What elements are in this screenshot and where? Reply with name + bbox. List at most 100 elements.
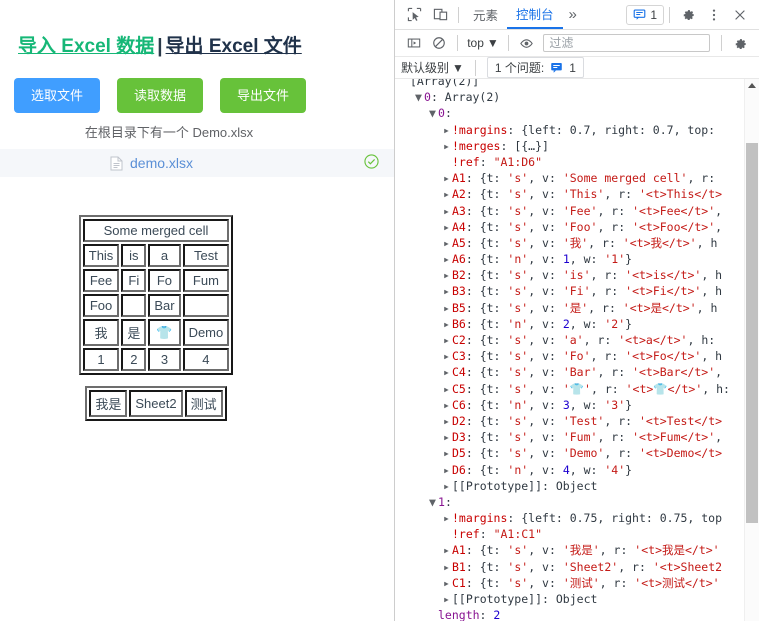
disclosure-closed-icon[interactable]: ▸ [443, 170, 452, 186]
disclosure-closed-icon[interactable]: ▸ [443, 300, 452, 316]
disclosure-closed-icon[interactable]: ▸ [443, 251, 452, 267]
disclosure-closed-icon[interactable]: ▸ [443, 591, 452, 607]
console-line[interactable]: ▸ C6: {t: 'n', v: 3, w: '3'} [395, 397, 745, 413]
more-tabs-icon[interactable]: » [563, 6, 583, 23]
disclosure-closed-icon[interactable]: ▸ [443, 138, 452, 154]
console-line[interactable]: ▸ D3: {t: 's', v: 'Fum', r: '<t>Fum</t>', [395, 429, 745, 445]
console-line[interactable]: ▸ B6: {t: 'n', v: 2, w: '2'} [395, 316, 745, 332]
disclosure-closed-icon[interactable]: ▸ [443, 283, 452, 299]
console-token: '3' [604, 397, 626, 412]
file-name-label[interactable]: demo.xlsx [130, 155, 193, 171]
disclosure-closed-icon[interactable]: ▸ [443, 219, 452, 235]
console-line[interactable]: ▸ C1: {t: 's', v: '测试', r: '<t>测试</t>' [395, 575, 745, 591]
disclosure-closed-icon[interactable]: ▸ [443, 413, 452, 429]
disclosure-closed-icon[interactable]: ▸ [443, 542, 452, 558]
console-line[interactable]: !ref: "A1:C1" [395, 526, 745, 542]
console-line[interactable]: ▸ C4: {t: 's', v: 'Bar', r: '<t>Bar</t>', [395, 364, 745, 380]
disclosure-closed-icon[interactable]: ▸ [443, 316, 452, 332]
more-vertical-icon[interactable] [701, 2, 727, 28]
log-level-selector[interactable]: 默认级别 ▼ [401, 59, 470, 76]
issues-summary-button[interactable]: 1 个问题: 1 [486, 57, 584, 78]
scrollbar-thumb[interactable] [746, 143, 758, 523]
console-token: A5 [452, 235, 466, 250]
console-line[interactable]: ▸ [[Prototype]]: Object [395, 591, 745, 607]
console-line[interactable]: ▸ A5: {t: 's', v: '我', r: '<t>我</t>', h [395, 235, 745, 251]
console-line[interactable]: ▸ [[Prototype]]: Object [395, 478, 745, 494]
console-token: 'is' [562, 268, 591, 283]
disclosure-closed-icon[interactable]: ▸ [443, 235, 452, 251]
console-line[interactable]: ▸ C5: {t: 's', v: '👕', r: '<t>👕</t>', h: [395, 381, 745, 397]
console-line[interactable]: !ref: "A1:D6" [395, 154, 745, 170]
close-icon[interactable] [727, 2, 753, 28]
console-settings-gear-icon[interactable] [727, 30, 753, 56]
disclosure-closed-icon[interactable]: ▸ [443, 122, 452, 138]
disclosure-closed-icon[interactable]: ▸ [443, 397, 452, 413]
read-data-button[interactable]: 读取数据 [117, 78, 204, 113]
console-line[interactable]: ▼ 0: [395, 105, 745, 121]
console-line[interactable]: ▸ D5: {t: 's', v: 'Demo', r: '<t>Demo</t> [395, 445, 745, 461]
device-toolbar-icon[interactable] [427, 2, 453, 28]
console-line[interactable]: ▼ 1: [395, 494, 745, 510]
gear-icon[interactable] [675, 2, 701, 28]
console-line[interactable]: ▸ C2: {t: 's', v: 'a', r: '<t>a</t>', h: [395, 332, 745, 348]
console-filter-input[interactable] [543, 34, 711, 52]
console-line[interactable]: ▸ D2: {t: 's', v: 'Test', r: '<t>Test</t> [395, 413, 745, 429]
console-output[interactable]: [Array(2)] ▼ 0: Array(2) ▼ 0: ▸ !margins: {lef… [395, 79, 759, 621]
disclosure-closed-icon[interactable]: ▸ [443, 203, 452, 219]
disclosure-open-icon[interactable]: ▼ [429, 494, 438, 510]
console-line[interactable]: ▸ !margins: {left: 0.75, right: 0.75, top [395, 510, 745, 526]
disclosure-closed-icon[interactable]: ▸ [443, 478, 452, 494]
import-excel-link[interactable]: 导入 Excel 数据 [18, 36, 154, 57]
console-token: 'Fum' [562, 430, 598, 445]
tab-console[interactable]: 控制台 [507, 0, 563, 29]
disclosure-closed-icon[interactable]: ▸ [443, 186, 452, 202]
console-token: "A1:C1" [493, 527, 543, 542]
console-line[interactable]: ▸ B2: {t: 's', v: 'is', r: '<t>is</t>', h [395, 267, 745, 283]
disclosure-open-icon[interactable]: ▼ [429, 105, 438, 121]
disclosure-closed-icon[interactable]: ▸ [443, 267, 452, 283]
disclosure-open-icon[interactable]: ▼ [415, 89, 424, 105]
disclosure-closed-icon[interactable]: ▸ [443, 575, 452, 591]
console-line[interactable]: ▸ !merges: [{…}] [395, 138, 745, 154]
list-item[interactable]: demo.xlsx [0, 149, 394, 177]
toolbar-divider [458, 6, 459, 23]
console-line[interactable]: ▸ A4: {t: 's', v: 'Foo', r: '<t>Foo</t>', [395, 219, 745, 235]
console-line[interactable]: length: 2 [395, 607, 745, 621]
console-line[interactable]: ▸ A1: {t: 's', v: '我是', r: '<t>我是</t>' [395, 542, 745, 558]
select-file-button[interactable]: 选取文件 [14, 78, 101, 113]
js-context-selector[interactable]: top ▼ [463, 36, 503, 50]
console-line[interactable]: ▸ D6: {t: 'n', v: 4, w: '4'} [395, 462, 745, 478]
clear-console-icon[interactable] [427, 30, 453, 56]
console-scrollbar[interactable] [744, 79, 759, 621]
console-line[interactable]: ▸ C3: {t: 's', v: 'Fo', r: '<t>Fo</t>', h [395, 348, 745, 364]
console-line[interactable]: ▸ A1: {t: 's', v: 'Some merged cell', r: [395, 170, 745, 186]
console-token: B6 [452, 316, 466, 331]
console-line[interactable]: ▸ !margins: {left: 0.7, right: 0.7, top: [395, 122, 745, 138]
console-line[interactable]: ▸ A2: {t: 's', v: 'This', r: '<t>This</t> [395, 186, 745, 202]
disclosure-closed-icon[interactable]: ▸ [443, 445, 452, 461]
console-line[interactable]: [Array(2)] [395, 79, 745, 89]
inspect-cursor-icon[interactable] [401, 2, 427, 28]
console-sidebar-icon[interactable] [401, 30, 427, 56]
console-line[interactable]: ▸ A3: {t: 's', v: 'Fee', r: '<t>Fee</t>', [395, 203, 745, 219]
disclosure-closed-icon[interactable]: ▸ [443, 510, 452, 526]
disclosure-closed-icon[interactable]: ▸ [443, 559, 452, 575]
disclosure-closed-icon[interactable]: ▸ [443, 462, 452, 478]
tab-elements[interactable]: 元素 [464, 0, 507, 29]
disclosure-closed-icon[interactable]: ▸ [443, 348, 452, 364]
export-file-button[interactable]: 导出文件 [220, 78, 307, 113]
issues-badge[interactable]: 1 [626, 4, 664, 25]
console-line[interactable]: ▸ B5: {t: 's', v: '是', r: '<t>是</t>', h [395, 300, 745, 316]
console-line[interactable]: ▸ B1: {t: 's', v: 'Sheet2', r: '<t>Sheet2 [395, 559, 745, 575]
export-excel-link[interactable]: 导出 Excel 文件 [166, 36, 302, 57]
app-root: 导入 Excel 数据 | 导出 Excel 文件 选取文件 读取数据 导出文件 在… [0, 0, 759, 621]
disclosure-closed-icon[interactable]: ▸ [443, 381, 452, 397]
disclosure-closed-icon[interactable]: ▸ [443, 429, 452, 445]
scroll-up-arrow-icon[interactable] [748, 83, 756, 88]
console-line[interactable]: ▼ 0: Array(2) [395, 89, 745, 105]
disclosure-closed-icon[interactable]: ▸ [443, 332, 452, 348]
console-line[interactable]: ▸ A6: {t: 'n', v: 1, w: '1'} [395, 251, 745, 267]
disclosure-closed-icon[interactable]: ▸ [443, 364, 452, 380]
live-expression-icon[interactable] [514, 30, 540, 56]
console-line[interactable]: ▸ B3: {t: 's', v: 'Fi', r: '<t>Fi</t>', h [395, 283, 745, 299]
